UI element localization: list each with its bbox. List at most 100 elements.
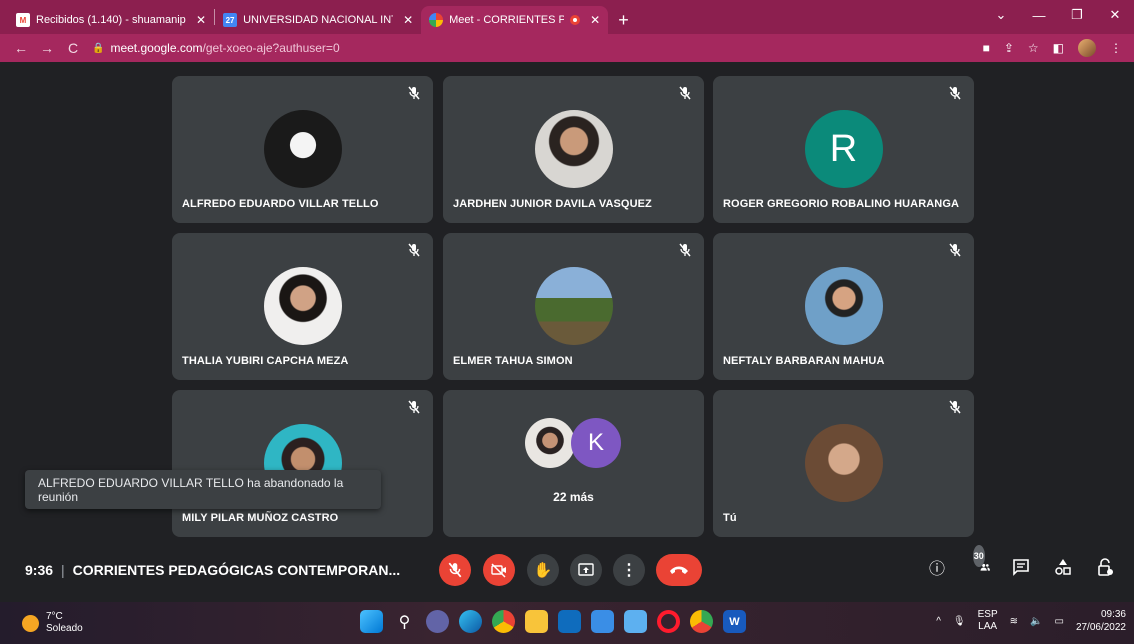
close-icon[interactable]: ✕	[196, 13, 206, 27]
tab-label: Meet - CORRIENTES PEDAGÓ	[449, 14, 565, 26]
self-tile[interactable]: Tú	[713, 390, 974, 537]
close-icon[interactable]: ✕	[590, 13, 600, 27]
meet-grid: ALFREDO EDUARDO VILLAR TELLO JARDHEN JUN…	[0, 62, 1134, 540]
participant-avatar	[263, 267, 342, 345]
mic-off-icon	[408, 86, 420, 100]
participant-name: ALFREDO EDUARDO VILLAR TELLO	[182, 198, 379, 210]
divider: |	[61, 562, 65, 578]
new-tab-button[interactable]: +	[608, 6, 639, 34]
close-icon[interactable]: ✕	[403, 13, 413, 27]
restore-button[interactable]: ❐	[1058, 7, 1096, 23]
participant-name: Tú	[723, 512, 737, 524]
notification-toast: ALFREDO EDUARDO VILLAR TELLO ha abandona…	[25, 470, 381, 509]
more-participants-label: 22 más	[553, 490, 594, 504]
mail-icon[interactable]	[558, 610, 581, 633]
forward-button[interactable]: →	[34, 40, 60, 56]
sidepanel-icon[interactable]: ◧	[1053, 41, 1064, 55]
file-explorer-icon[interactable]	[525, 610, 548, 633]
participant-tile[interactable]: ELMER TAHUA SIMON	[443, 233, 704, 380]
browser-tab-strip: M Recibidos (1.140) - shuamanip@ ✕ 27 UN…	[0, 0, 1134, 34]
participant-tile[interactable]: ALFREDO EDUARDO VILLAR TELLO	[172, 76, 433, 223]
toggle-camera-button[interactable]	[483, 554, 515, 586]
sun-icon	[22, 614, 39, 632]
host-controls-icon[interactable]	[1094, 556, 1116, 578]
volume-icon[interactable]: 🔈	[1030, 616, 1042, 627]
chrome-icon[interactable]	[492, 610, 515, 633]
star-icon[interactable]: ☆	[1028, 41, 1039, 55]
mic-off-icon	[949, 243, 961, 257]
notepad-icon[interactable]	[624, 610, 647, 633]
tab-label: Recibidos (1.140) - shuamanip@	[36, 14, 186, 26]
keyboard-layout: LAA	[978, 621, 998, 632]
clock[interactable]: 09:36 27/06/2022	[1076, 608, 1126, 634]
participant-avatar-letter: K	[571, 418, 621, 468]
lock-icon: 🔒	[92, 42, 105, 54]
participant-avatar	[534, 110, 613, 188]
people-button[interactable]: 30	[968, 545, 990, 578]
chat-icon[interactable]	[1010, 556, 1032, 578]
menu-icon[interactable]: ⋮	[1110, 41, 1122, 55]
participant-tile[interactable]: THALIA YUBIRI CAPCHA MEZA	[172, 233, 433, 380]
start-icon[interactable]	[360, 610, 383, 633]
store-icon[interactable]	[591, 610, 614, 633]
tab-gmail[interactable]: M Recibidos (1.140) - shuamanip@ ✕	[8, 6, 214, 34]
tab-label: UNIVERSIDAD NACIONAL INTER	[243, 14, 393, 26]
more-options-button[interactable]: ⋮	[613, 554, 645, 586]
meeting-time: 9:36	[25, 562, 54, 578]
present-button[interactable]	[570, 554, 602, 586]
mic-off-icon	[949, 86, 961, 100]
more-participants-tile[interactable]: K 22 más	[443, 390, 704, 537]
chevron-up-icon[interactable]: ^	[936, 616, 941, 627]
microphone-icon[interactable]: 🎙	[953, 616, 966, 627]
opera-icon[interactable]	[657, 610, 680, 633]
calendar-icon: 27	[223, 13, 238, 27]
participant-name: MILY PILAR MUÑOZ CASTRO	[182, 512, 339, 524]
window-controls: ⌄ — ❐ ✕	[982, 0, 1134, 30]
camera-icon[interactable]: ■	[983, 41, 990, 55]
raise-hand-button[interactable]: ✋	[527, 554, 559, 586]
profile-avatar[interactable]	[1078, 39, 1096, 57]
url-host: meet.google.com	[110, 41, 203, 55]
share-icon[interactable]: ⇪	[1004, 41, 1014, 55]
search-icon[interactable]: ⚲	[393, 610, 416, 633]
back-button[interactable]: ←	[8, 40, 34, 56]
participant-avatar	[525, 418, 575, 468]
participant-tile[interactable]: R ROGER GREGORIO ROBALINO HUARANGA	[713, 76, 974, 223]
mic-off-icon	[448, 562, 462, 578]
chrome-profile-icon[interactable]	[690, 610, 713, 633]
participant-avatar	[804, 424, 883, 502]
participant-tile[interactable]: MILY PILAR MUÑOZ CASTRO	[172, 390, 433, 537]
recording-indicator-icon	[570, 15, 581, 25]
battery-icon[interactable]: ▭	[1054, 616, 1063, 627]
language-indicator[interactable]: ESP LAA	[978, 609, 998, 633]
participant-name: ELMER TAHUA SIMON	[453, 355, 573, 367]
chevron-down-icon[interactable]: ⌄	[982, 7, 1020, 23]
teams-chat-icon[interactable]	[426, 610, 449, 633]
leave-call-button[interactable]	[656, 554, 702, 586]
info-icon[interactable]: ⓘ	[926, 556, 948, 578]
mic-off-icon	[679, 86, 691, 100]
participant-name: ROGER GREGORIO ROBALINO HUARANGA	[723, 198, 960, 210]
tab-university[interactable]: 27 UNIVERSIDAD NACIONAL INTER ✕	[215, 6, 421, 34]
temperature: 7°C	[46, 611, 63, 622]
tab-meet[interactable]: Meet - CORRIENTES PEDAGÓ ✕	[421, 6, 609, 34]
participant-tile[interactable]: JARDHEN JUNIOR DAVILA VASQUEZ	[443, 76, 704, 223]
gmail-icon: M	[16, 13, 30, 27]
taskbar-apps: ⚲ W	[360, 610, 746, 633]
minimize-button[interactable]: —	[1020, 8, 1058, 23]
wifi-icon[interactable]: ≋	[1010, 616, 1018, 627]
edge-icon[interactable]	[459, 610, 482, 633]
close-window-button[interactable]: ✕	[1096, 7, 1134, 23]
address-bar[interactable]: 🔒 meet.google.com/get-xoeo-aje?authuser=…	[92, 37, 983, 59]
toggle-mic-button[interactable]	[439, 554, 471, 586]
clock-date: 27/06/2022	[1075, 622, 1126, 633]
participant-tile[interactable]: NEFTALY BARBARAN MAHUA	[713, 233, 974, 380]
clock-time: 09:36	[1100, 609, 1126, 620]
reload-button[interactable]: C	[60, 40, 86, 56]
activities-icon[interactable]	[1052, 556, 1074, 578]
hang-up-icon	[670, 566, 688, 574]
weather-condition: Soleado	[46, 623, 83, 634]
weather-widget[interactable]: 7°C Soleado	[0, 611, 200, 635]
word-icon[interactable]: W	[723, 610, 746, 633]
participant-name: NEFTALY BARBARAN MAHUA	[723, 355, 885, 367]
